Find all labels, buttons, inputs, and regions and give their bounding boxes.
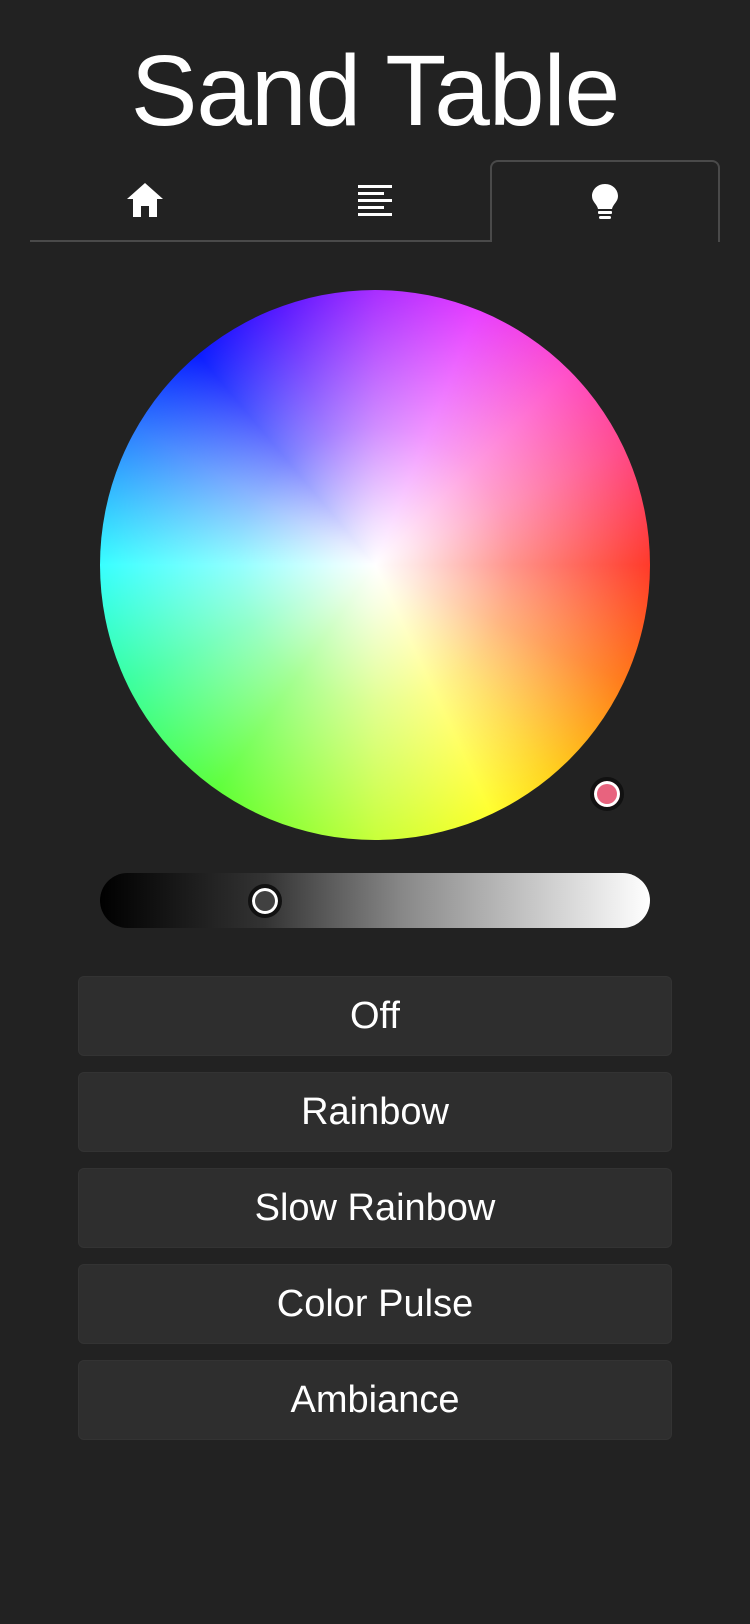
color-picker-handle[interactable] <box>590 777 624 811</box>
mode-slow-rainbow-button[interactable]: Slow Rainbow <box>78 1168 672 1248</box>
mode-rainbow-button[interactable]: Rainbow <box>78 1072 672 1152</box>
tab-bar <box>30 160 720 242</box>
mode-color-pulse-button[interactable]: Color Pulse <box>78 1264 672 1344</box>
home-icon <box>125 181 165 219</box>
mode-ambiance-button[interactable]: Ambiance <box>78 1360 672 1440</box>
page-title: Sand Table <box>130 35 621 147</box>
lightbulb-icon <box>590 183 620 221</box>
tab-light[interactable] <box>490 160 720 242</box>
brightness-slider-handle[interactable] <box>248 883 282 918</box>
tab-divider <box>30 240 490 242</box>
align-left-icon <box>358 184 392 216</box>
tab-list[interactable] <box>260 160 490 240</box>
mode-list: Off Rainbow Slow Rainbow Color Pulse Amb… <box>78 976 672 1456</box>
color-wheel[interactable] <box>100 290 650 840</box>
brightness-slider[interactable] <box>100 873 650 928</box>
mode-off-button[interactable]: Off <box>78 976 672 1056</box>
tab-home[interactable] <box>30 160 260 240</box>
